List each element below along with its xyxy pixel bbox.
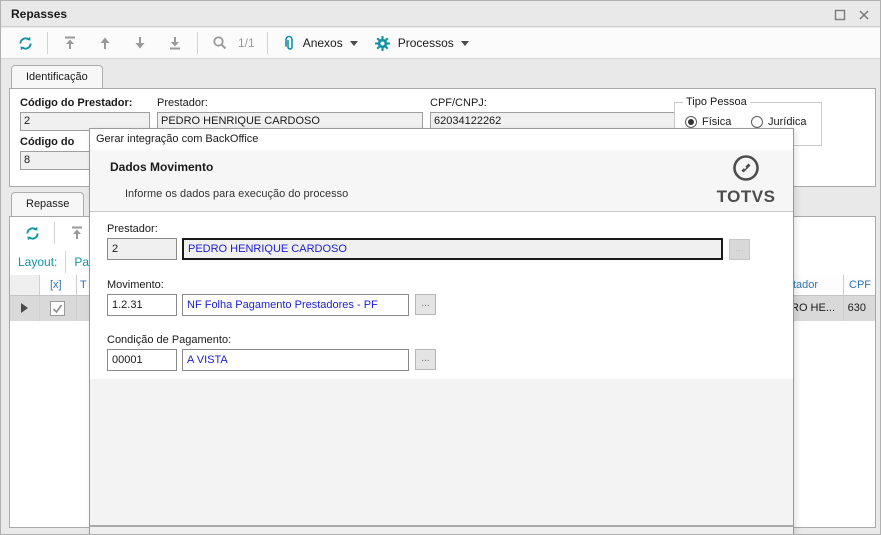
previous-record-icon [100, 37, 110, 49]
dialog-movimento-code-field[interactable]: 1.2.31 [107, 294, 177, 316]
anexos-label: Anexos [302, 36, 343, 50]
first-record-icon [72, 226, 82, 239]
column-divider [76, 275, 77, 295]
grid-refresh-button[interactable] [23, 224, 41, 242]
last-record-icon [170, 37, 180, 50]
first-record-button[interactable] [61, 34, 79, 52]
refresh-button[interactable] [16, 34, 34, 52]
page-indicator: 1/1 [238, 36, 255, 50]
refresh-icon [18, 36, 32, 50]
dialog-prestador-code-field[interactable]: 2 [107, 238, 177, 260]
maximize-button[interactable] [832, 7, 848, 23]
separator [54, 222, 55, 244]
radio-fisica[interactable]: Física [685, 116, 731, 128]
prestador-label: Prestador: [157, 97, 208, 109]
totvs-brand-text: TOTVS [716, 187, 776, 206]
separator [266, 32, 268, 54]
search-button[interactable] [211, 34, 229, 52]
search-icon [213, 36, 227, 50]
close-button[interactable] [856, 7, 872, 23]
dialog-movimento-browse-button[interactable]: ... [415, 294, 436, 315]
next-record-icon [135, 37, 145, 49]
dialog-condicao-browse-button[interactable]: ... [415, 349, 436, 370]
dialog-header-title: Dados Movimento [110, 160, 214, 174]
paperclip-icon [284, 35, 293, 50]
check-icon [52, 304, 63, 314]
maximize-icon [834, 9, 846, 21]
dialog-movimento-label: Movimento: [107, 279, 164, 291]
dialog-body: Prestador: 2 PEDRO HENRIQUE CARDOSO ... … [90, 212, 793, 379]
dialog-prestador-label: Prestador: [107, 223, 158, 235]
row-cell-cpf: 630 [847, 302, 866, 314]
close-icon [859, 10, 869, 20]
dialog-bottom-strip [90, 525, 793, 534]
main-toolbar: 1/1 Anexos Processos [1, 28, 880, 59]
refresh-icon [25, 226, 39, 240]
codigo-prestador-label: Código do Prestador: [20, 97, 133, 109]
column-header-prestador[interactable]: tador [793, 275, 818, 295]
totvs-logo-icon [733, 155, 759, 181]
column-divider [843, 275, 844, 295]
row-cell-prestador: RO HE... [791, 302, 836, 314]
tipo-pessoa-label: Tipo Pessoa [683, 96, 750, 108]
dialog-header-subtitle: Informe os dados para execução do proces… [125, 188, 349, 200]
separator [47, 32, 48, 54]
row-indicator-icon [21, 303, 28, 313]
dialog-condicao-label: Condição de Pagamento: [107, 334, 232, 346]
repasses-window: Repasses 1/1 Anexos Processos Identifica… [0, 0, 881, 535]
column-header-cpf[interactable]: CPF [849, 275, 871, 295]
chevron-down-icon [460, 40, 469, 46]
dialog-title: Gerar integração com BackOffice [90, 129, 793, 150]
processos-label: Processos [397, 36, 454, 50]
next-record-button[interactable] [131, 34, 149, 52]
grid-first-button[interactable] [68, 224, 86, 242]
tab-repasse[interactable]: Repasse [11, 192, 85, 216]
backoffice-dialog: Gerar integração com BackOffice Dados Mo… [89, 128, 794, 534]
processos-button[interactable]: Processos [374, 35, 469, 52]
juridica-label: Jurídica [768, 116, 807, 128]
cpf-cnpj-label: CPF/CNPJ: [430, 97, 487, 109]
codigo2-label: Código do [20, 136, 75, 148]
column-header-t[interactable]: T [80, 275, 87, 295]
previous-record-button[interactable] [96, 34, 114, 52]
first-record-icon [65, 36, 75, 49]
window-title: Repasses [11, 7, 68, 21]
dialog-header: Dados Movimento Informe os dados para ex… [90, 150, 793, 212]
separator [197, 32, 198, 54]
separator [65, 251, 67, 273]
dialog-prestador-desc-field[interactable]: PEDRO HENRIQUE CARDOSO [182, 238, 723, 260]
dialog-footer [90, 379, 793, 525]
column-header-check[interactable]: [x] [50, 275, 62, 295]
row-indicator-cell [10, 296, 40, 321]
dialog-prestador-browse-button: ... [729, 239, 750, 260]
fisica-label: Física [702, 116, 732, 128]
indicator-column-header [10, 275, 40, 295]
layout-label: Layout: [18, 255, 58, 269]
totvs-brand: TOTVS [713, 153, 779, 207]
chevron-down-icon [349, 40, 358, 46]
last-record-button[interactable] [166, 34, 184, 52]
dialog-condicao-code-field[interactable]: 00001 [107, 349, 177, 371]
anexos-button[interactable]: Anexos [282, 35, 358, 52]
title-bar: Repasses [1, 1, 880, 27]
tab-identificacao[interactable]: Identificação [11, 65, 103, 89]
gear-icon [374, 35, 390, 51]
radio-unselected-icon [751, 116, 763, 128]
dialog-movimento-desc-field[interactable]: NF Folha Pagamento Prestadores - PF [182, 294, 409, 316]
radio-selected-icon [685, 116, 697, 128]
dialog-condicao-desc-field[interactable]: A VISTA [182, 349, 409, 371]
column-divider [76, 296, 77, 321]
radio-juridica[interactable]: Jurídica [751, 116, 807, 128]
row-checkbox[interactable] [50, 301, 65, 316]
